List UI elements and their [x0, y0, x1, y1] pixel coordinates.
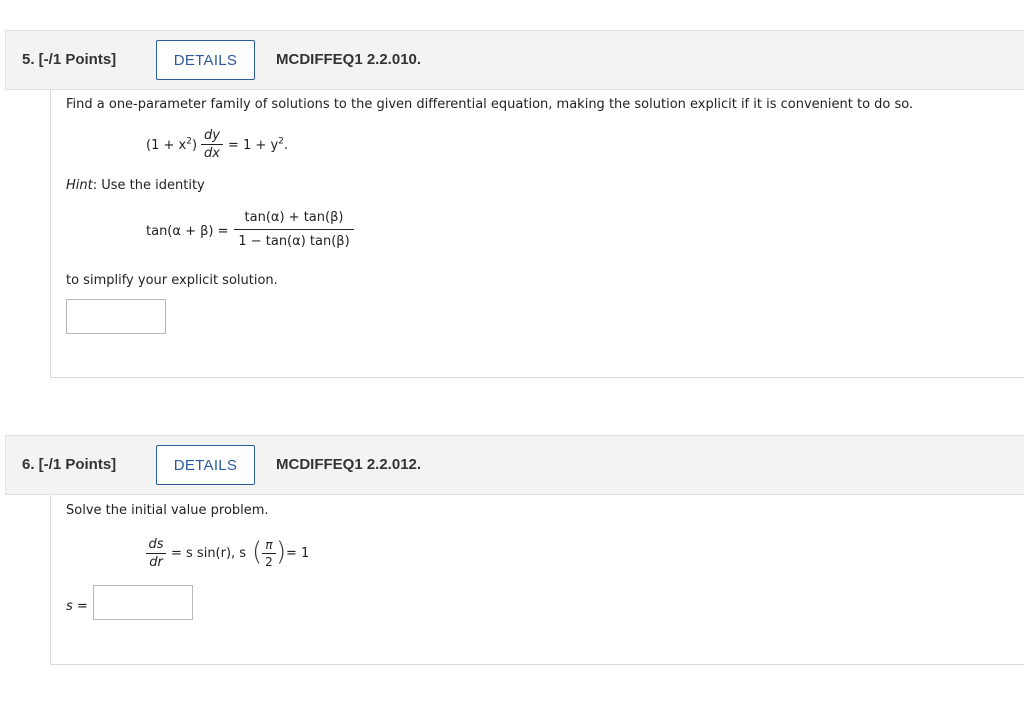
equation-right-text: = 1 + y — [228, 138, 279, 153]
ic-denominator: 2 — [265, 555, 273, 569]
equation-mid: = s sin(r), s — [171, 546, 247, 561]
equation-left: (1 + x2) — [146, 137, 198, 153]
question-code: MCDIFFEQ1 2.2.012. — [276, 456, 422, 473]
question-body: Find a one-parameter family of solutions… — [50, 90, 1024, 378]
fraction-bar — [201, 144, 223, 145]
close-paren: ) — [276, 537, 287, 567]
derivative-fraction: dy dx — [201, 128, 223, 161]
details-button[interactable]: DETAILS — [156, 40, 255, 80]
question-header: 6. [-/1 Points] DETAILS MCDIFFEQ1 2.2.01… — [5, 435, 1024, 495]
equation-right-end: . — [283, 138, 289, 153]
ic-numerator: π — [265, 538, 273, 552]
equation-right: = 1 + y2. — [228, 137, 289, 153]
answer-label: s = — [66, 599, 88, 614]
fraction-denominator: dx — [204, 146, 220, 161]
identity-numerator: tan(α) + tan(β) — [244, 210, 344, 225]
hint: Hint: Use the identity — [66, 178, 205, 193]
hint-label: Hint — [66, 178, 93, 193]
identity-fraction-bar — [234, 229, 354, 230]
after-text: to simplify your explicit solution. — [66, 273, 278, 288]
fraction-numerator: ds — [148, 537, 164, 552]
question-5: 5. [-/1 Points] DETAILS MCDIFFEQ1 2.2.01… — [5, 30, 1024, 378]
answer-input[interactable] — [93, 585, 193, 620]
question-number: 6. [-/1 Points] — [22, 456, 117, 473]
question-prompt: Solve the initial value problem. — [66, 503, 269, 518]
ic-fraction-bar — [262, 553, 276, 554]
question-prompt: Find a one-parameter family of solutions… — [66, 97, 914, 112]
question-6: 6. [-/1 Points] DETAILS MCDIFFEQ1 2.2.01… — [5, 435, 1024, 665]
details-button[interactable]: DETAILS — [156, 445, 255, 485]
fraction-numerator: dy — [204, 128, 220, 143]
equation-end: = 1 — [286, 546, 310, 561]
open-paren: ( — [252, 537, 263, 567]
fraction-denominator: dr — [149, 555, 163, 570]
question-body: Solve the initial value problem. ds dr =… — [50, 495, 1024, 665]
equation-left-text: (1 + x — [146, 138, 187, 153]
initial-condition-fraction: π 2 — [262, 538, 276, 569]
equation-left-close: ) — [191, 138, 198, 153]
hint-text: : Use the identity — [92, 178, 205, 193]
question-code: MCDIFFEQ1 2.2.010. — [276, 51, 422, 68]
identity-denominator: 1 − tan(α) tan(β) — [238, 234, 350, 249]
identity-fraction: tan(α) + tan(β) 1 − tan(α) tan(β) — [234, 210, 354, 249]
question-header: 5. [-/1 Points] DETAILS MCDIFFEQ1 2.2.01… — [5, 30, 1024, 90]
derivative-fraction: ds dr — [146, 537, 166, 570]
fraction-bar — [146, 553, 166, 554]
answer-input[interactable] — [66, 299, 166, 334]
question-number: 5. [-/1 Points] — [22, 51, 117, 68]
identity-lhs: tan(α + β) = — [146, 224, 229, 239]
